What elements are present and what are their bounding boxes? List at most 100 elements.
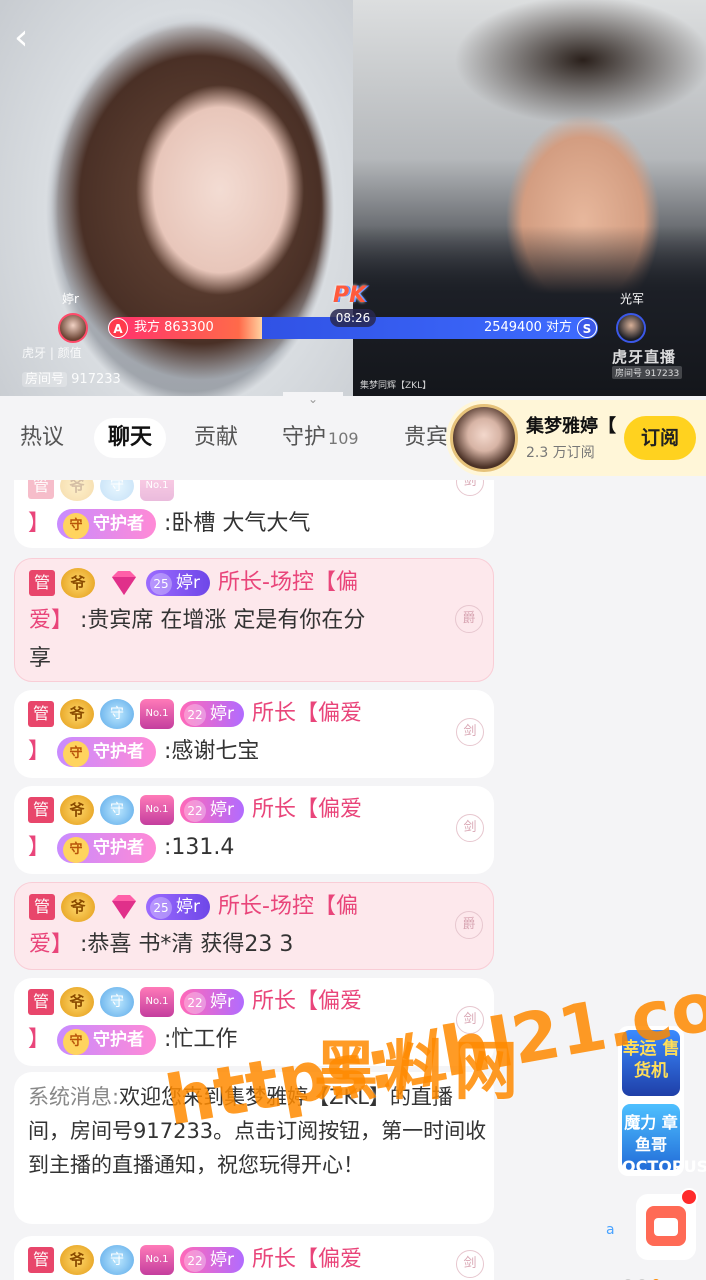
sword-icon: 剑 [456,1250,484,1278]
chat-text-row-2: 享 [29,646,52,671]
streamer-subscriber-count: 2.3 万订阅 [526,445,595,461]
pk-video-area[interactable]: ‹ 婷r 光军 PK 08:26 A S 我方 863300 2549400 对… [0,0,706,396]
platform-watermark-right: 虎牙直播 [612,348,677,366]
shou-badge: 守 [100,699,134,729]
right-anchor-avatar[interactable] [616,313,646,343]
right-anchor-name: 光军 [620,292,645,306]
ye-badge: 爷 [60,699,94,729]
tab-guardian[interactable]: 守护 109 [282,418,359,458]
chat-nickname[interactable]: 所长【偏爱 [252,1247,362,1272]
chat-badges-row: 管爷守 No.1 [28,480,180,506]
fan-badge: 22 婷r [180,701,244,727]
pk-logo: PK [333,283,367,308]
ye-badge: 爷 [60,795,94,825]
left-anchor-avatar[interactable] [58,313,88,343]
guardian-badge: 守守护者 [57,1025,157,1055]
streamer-card[interactable]: 集梦雅婷【 2.3 万订阅 订阅 [446,400,706,476]
chat-message[interactable]: 管爷 25 婷r 所长-场控【偏 爱】 :贵宾席 在增涨 定是有你在分 享 爵 [14,558,494,682]
tab-chat[interactable]: 聊天 [94,418,167,458]
sword-icon: 剑 [456,718,484,746]
chat-nickname[interactable]: 所长【偏爱 [252,797,362,822]
ye-badge: 爷 [61,892,95,922]
rank-icon: 爵 [455,911,483,939]
admin-badge: 管 [28,1247,54,1273]
no1-badge: No.1 [140,987,174,1017]
system-message-label: 系统消息: [28,1085,120,1109]
side-indicator: a [606,1222,615,1238]
chat-text-row: 】 守守护者:131.4 [28,828,234,868]
chat-header-row: 管爷守 No.1 22 婷r 所长【偏爱 [28,694,362,734]
rank-icon: 爵 [455,605,483,633]
subscribe-button[interactable]: 订阅 [624,416,696,460]
gift-box-icon [646,1206,686,1246]
fan-badge: 25 婷r [146,894,210,920]
room-number-label: 房间号 [22,372,68,387]
room-number-value: 917233 [71,372,121,387]
octopus-activity[interactable]: 魔力 章鱼哥 OCTOPUS [622,1104,706,1176]
opponent-score: 2549400 对方 [483,320,572,335]
fan-badge: 22 婷r [180,989,244,1015]
chevron-down-icon[interactable]: ⌄ [283,392,343,408]
chat-nickname[interactable]: 所长-场控【偏 [218,894,358,919]
chat-message[interactable]: 管爷守 No.1 22 婷r 所长【偏爱 】 守守护者:131.4 剑 [14,786,494,874]
notification-dot [680,1188,698,1206]
fan-badge: 25 婷r [146,570,210,596]
side-a-badge: A [108,318,128,338]
chat-nickname[interactable]: 所长-场控【偏 [218,570,358,595]
admin-badge: 管 [28,797,54,823]
admin-badge: 管 [28,701,54,727]
chat-nickname[interactable]: 所长【偏爱 [252,701,362,726]
chat-nickname-tail: 爱】 [29,608,74,633]
chat-text: :卧槽 大气大气 [164,511,311,536]
guardian-badge: 守守护者 [57,509,157,539]
shou-badge: 守 [100,987,134,1017]
guardian-badge: 守守护者 [57,737,157,767]
chat-text-row: 】 守守护者 :卧槽 大气大气 [28,504,310,544]
left-anchor-name: 婷r [62,292,79,306]
back-arrow-icon[interactable]: ‹ [14,18,50,58]
sword-icon: 剑 [456,814,484,842]
streamer-avatar[interactable] [450,404,518,472]
chat-nickname[interactable]: 所长【偏爱 [252,989,362,1014]
chat-text-row: 】 守守护者:感谢七宝 [28,732,259,772]
room-number-tag: 房间号 917233 [22,368,121,387]
diamond-icon [112,571,136,595]
admin-badge: 管 [29,894,55,920]
our-side-score: 我方 863300 [134,320,214,335]
tab-contribution[interactable]: 贡献 [194,418,238,458]
diamond-icon [112,895,136,919]
pk-timer: 08:26 [330,309,376,327]
side-s-badge: S [577,318,597,338]
chat-header-row: 管爷守 No.1 22 婷r 所长【偏爱 [28,982,362,1022]
chat-header-row: 管爷守 No.1 22 婷r 所长【偏爱 [28,790,362,830]
chat-text: :恭喜 书*清 获得23 3 [80,932,294,957]
tab-hot-talk[interactable]: 热议 [20,418,64,458]
shou-badge: 守 [100,1245,134,1275]
chat-header-row: 管爷守 No.1 22 婷r 所长【偏爱 [28,1240,362,1280]
chat-list[interactable]: 管爷守 No.1 】 守守护者:卧槽 大气大气 剑 管爷 25 婷r 所长-场控【偏 … [0,480,706,1280]
chat-header-row: 管爷 25 婷r 所长-场控【偏 [29,563,358,603]
page-indicator [624,1272,684,1280]
admin-badge: 管 [28,989,54,1015]
live-room-page: ‹ 婷r 光军 PK 08:26 A S 我方 863300 2549400 对… [0,0,706,1280]
chat-text-row: 爱】 :贵宾席 在增涨 定是有你在分 [29,601,365,641]
chat-text: :贵宾席 在增涨 定是有你在分 [80,608,366,633]
tab-vip[interactable]: 贵宾 [404,418,448,458]
chat-message[interactable]: 管爷 25 婷r 所长-场控【偏 爱】 :恭喜 书*清 获得23 3 爵 [14,882,494,970]
ye-badge: 爷 [60,987,94,1017]
admin-badge: 管 [29,570,55,596]
gift-box-button[interactable] [636,1188,698,1260]
sword-icon: 剑 [456,480,484,496]
chat-header-row: 管爷 25 婷r 所长-场控【偏 [29,887,358,927]
chat-message[interactable]: 管爷守 No.1 22 婷r 所长【偏爱 剑 [14,1236,494,1280]
platform-watermark-right-room: 房间号 917233 [612,366,683,379]
chat-message[interactable]: 管爷守 No.1 22 婷r 所长【偏爱 】 守守护者:感谢七宝 剑 [14,690,494,778]
chat-nickname[interactable]: 】 [28,511,50,536]
fan-badge: 22 婷r [180,797,244,823]
chat-text: :131.4 [164,835,235,860]
no1-badge: No.1 [140,795,174,825]
fan-badge: 22 婷r [180,1247,244,1273]
chat-text: :忙工作 [164,1027,238,1052]
chat-message[interactable]: 管爷守 No.1 】 守守护者 :卧槽 大气大气 剑 [14,480,494,548]
streamer-name: 集梦雅婷【 [526,416,616,437]
